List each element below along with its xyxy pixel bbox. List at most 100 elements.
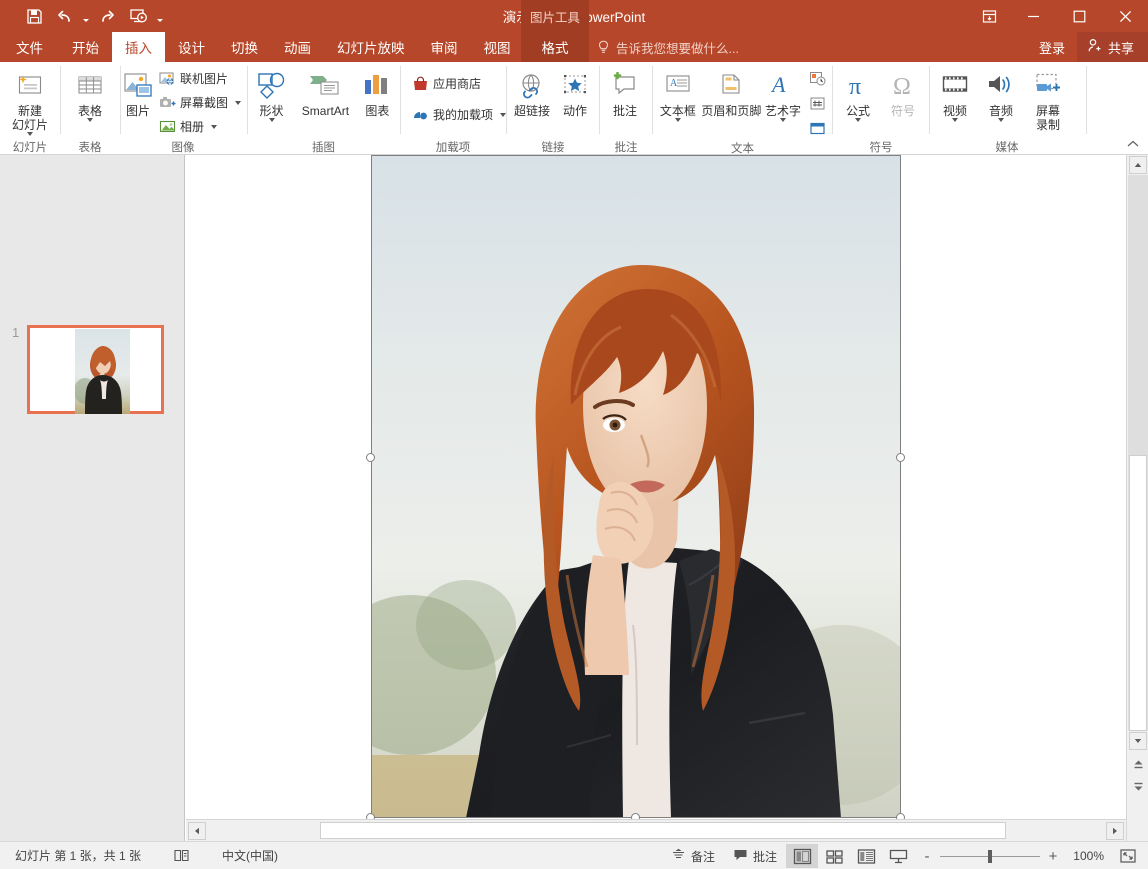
slide-counter[interactable]: 幻灯片 第 1 张，共 1 张 xyxy=(6,844,150,868)
view-normal[interactable] xyxy=(786,844,818,868)
picture-button[interactable]: 图片 xyxy=(122,65,154,135)
action-button[interactable]: 动作 xyxy=(555,65,595,135)
screenshot-caret-icon[interactable] xyxy=(235,100,242,105)
zoom-slider[interactable] xyxy=(940,849,1040,863)
fit-slide-to-window-button[interactable] xyxy=(1112,844,1144,868)
symbol-button[interactable]: Ω 符号 xyxy=(881,65,925,135)
tab-home[interactable]: 开始 xyxy=(59,32,112,62)
group-label-tables: 表格 xyxy=(78,141,102,154)
audio-button[interactable]: 音频 xyxy=(978,65,1024,135)
previous-slide-button[interactable] xyxy=(1129,755,1147,773)
tab-view[interactable]: 视图 xyxy=(471,32,524,62)
table-caret-icon[interactable] xyxy=(87,118,93,122)
slide-number-button[interactable] xyxy=(804,92,830,115)
chart-button[interactable]: 图表 xyxy=(358,65,397,135)
minimize-icon[interactable] xyxy=(1010,0,1056,32)
zoom-in-button[interactable]: + xyxy=(1048,848,1058,865)
notes-button[interactable]: 备注 xyxy=(662,844,724,868)
tab-review[interactable]: 审阅 xyxy=(418,32,471,62)
text-box-button[interactable]: A 文本框 xyxy=(655,65,701,135)
video-caret-icon[interactable] xyxy=(952,118,958,122)
header-footer-button[interactable]: 页眉和页脚 xyxy=(701,65,762,135)
group-label-media: 媒体 xyxy=(995,141,1019,154)
undo-icon[interactable] xyxy=(50,3,78,29)
vertical-scrollbar[interactable] xyxy=(1126,155,1148,841)
view-slide-sorter[interactable] xyxy=(818,844,850,868)
sign-in-button[interactable]: 登录 xyxy=(1027,32,1077,62)
tab-transitions[interactable]: 切换 xyxy=(218,32,271,62)
view-reading[interactable] xyxy=(850,844,882,868)
zoom-slider-thumb[interactable] xyxy=(988,849,992,863)
tab-slideshow[interactable]: 幻灯片放映 xyxy=(324,32,418,62)
new-slide-caret-icon[interactable] xyxy=(27,132,33,136)
object-button[interactable] xyxy=(804,117,830,140)
photo-album-button[interactable]: 相册 xyxy=(154,115,245,138)
scroll-up-button[interactable] xyxy=(1129,156,1147,174)
tab-design[interactable]: 设计 xyxy=(165,32,218,62)
scroll-down-button[interactable] xyxy=(1129,732,1147,750)
screenshot-button[interactable]: 屏幕截图 xyxy=(154,91,245,114)
online-pictures-button[interactable]: 联机图片 xyxy=(154,67,245,90)
slide-canvas[interactable] xyxy=(366,155,905,822)
scroll-right-button[interactable] xyxy=(1106,822,1124,840)
save-icon[interactable] xyxy=(20,3,48,29)
zoom-percentage[interactable]: 100% xyxy=(1066,849,1104,863)
resize-handle-middle-left[interactable] xyxy=(366,453,375,462)
comment-button[interactable]: 批注 xyxy=(602,65,648,135)
start-slideshow-icon[interactable] xyxy=(124,3,152,29)
slide-thumbnail-pane[interactable]: 1 xyxy=(0,155,185,841)
maximize-icon[interactable] xyxy=(1056,0,1102,32)
shapes-button[interactable]: 形状 xyxy=(250,65,293,135)
ribbon-group-images: 图片 联机图片 屏幕截图 相册 图像 xyxy=(122,62,244,155)
date-time-button[interactable] xyxy=(804,67,830,90)
view-slideshow[interactable] xyxy=(882,844,914,868)
wordart-label: 艺术字 xyxy=(764,104,801,118)
tab-insert[interactable]: 插入 xyxy=(112,32,165,62)
scroll-left-button[interactable] xyxy=(188,822,206,840)
audio-caret-icon[interactable] xyxy=(998,118,1004,122)
equation-caret-icon[interactable] xyxy=(855,118,861,122)
comments-button[interactable]: 批注 xyxy=(724,844,786,868)
collapse-ribbon-icon[interactable] xyxy=(1126,139,1140,152)
text-box-caret-icon[interactable] xyxy=(674,118,681,122)
equation-button[interactable]: π 公式 xyxy=(835,65,881,135)
wordart-button[interactable]: A 艺术字 xyxy=(762,65,804,135)
redo-icon[interactable] xyxy=(94,3,122,29)
share-button[interactable]: 共享 xyxy=(1076,32,1148,62)
close-icon[interactable] xyxy=(1102,0,1148,32)
vertical-scroll-thumb[interactable] xyxy=(1129,455,1147,731)
group-label-images: 图像 xyxy=(171,141,195,154)
slide-thumbnail-1[interactable] xyxy=(27,325,164,414)
zoom-out-button[interactable]: - xyxy=(922,848,932,865)
hyperlink-button[interactable]: 超链接 xyxy=(509,65,555,135)
resize-handle-middle-right[interactable] xyxy=(896,453,905,462)
selection-line-right xyxy=(900,155,901,818)
horizontal-scrollbar[interactable] xyxy=(186,819,1126,841)
wordart-caret-icon[interactable] xyxy=(779,118,786,122)
group-separator xyxy=(506,66,507,134)
tab-file[interactable]: 文件 xyxy=(0,32,59,62)
tell-me-box[interactable]: 告诉我您想要做什么... xyxy=(597,32,739,62)
new-slide-button[interactable]: 新建 幻灯片 xyxy=(2,65,58,136)
slide-picture[interactable] xyxy=(371,155,901,818)
undo-dropdown-icon[interactable] xyxy=(80,3,92,29)
ribbon-display-options-icon[interactable] xyxy=(968,0,1010,32)
tab-format[interactable]: 格式 xyxy=(521,32,589,62)
language-indicator[interactable]: 中文(中国) xyxy=(213,844,287,868)
table-button[interactable]: 表格 xyxy=(62,65,118,135)
shapes-caret-icon[interactable] xyxy=(268,118,275,122)
comment-icon xyxy=(610,69,640,103)
my-addins-button[interactable]: 我的加载项 xyxy=(407,103,510,126)
photo-album-caret-icon[interactable] xyxy=(211,124,218,129)
smartart-button[interactable]: SmartArt xyxy=(293,65,358,135)
video-button[interactable]: 视频 xyxy=(932,65,978,135)
next-slide-button[interactable] xyxy=(1129,777,1147,795)
screen-recording-button[interactable]: 屏幕 录制 xyxy=(1024,65,1072,135)
horizontal-scroll-thumb[interactable] xyxy=(320,822,1006,839)
store-button[interactable]: 应用商店 xyxy=(407,72,510,95)
slide-editing-pane[interactable] xyxy=(186,155,1126,841)
group-separator xyxy=(599,66,600,134)
tab-animations[interactable]: 动画 xyxy=(271,32,324,62)
customize-qat-icon[interactable] xyxy=(154,3,166,29)
accessibility-check-icon[interactable] xyxy=(164,844,199,868)
